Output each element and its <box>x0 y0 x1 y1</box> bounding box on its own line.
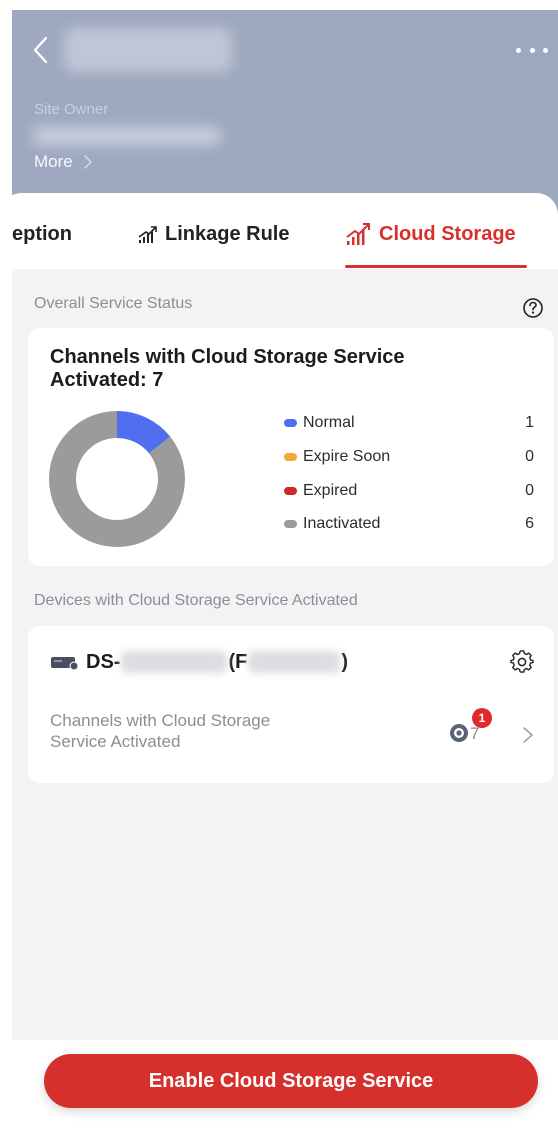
service-status-donut-chart <box>48 411 186 547</box>
device-card[interactable]: DS- (F ) Channels with Cloud Storage Ser… <box>28 626 554 783</box>
chevron-right-icon <box>83 155 92 169</box>
owner-email-redacted <box>32 126 222 146</box>
site-owner-label: Site Owner <box>34 101 109 118</box>
tab-bar: eption Linkage Rule Cloud Storage <box>0 193 558 269</box>
active-tab-indicator <box>345 265 527 268</box>
legend-value: 0 <box>525 482 534 499</box>
help-button[interactable] <box>522 297 544 319</box>
legend-swatch <box>284 520 297 528</box>
more-link[interactable]: More <box>34 152 95 172</box>
tab-exception[interactable]: eption <box>12 219 72 249</box>
legend-swatch <box>284 453 297 461</box>
overall-status-card: Channels with Cloud Storage Service Acti… <box>28 328 554 566</box>
overall-status-title: Overall Service Status <box>34 295 193 312</box>
tab-label: eption <box>12 222 72 245</box>
device-serial-redacted <box>248 651 341 673</box>
site-name-redacted <box>64 28 232 72</box>
device-name-mid: (F <box>228 650 248 673</box>
chevron-right-icon <box>523 727 533 743</box>
legend-value: 1 <box>525 414 534 431</box>
device-name-prefix: DS- <box>86 650 121 673</box>
device-name: DS- (F ) <box>50 648 348 676</box>
dot-icon <box>543 47 548 53</box>
legend-label: Inactivated <box>303 515 381 532</box>
gear-icon <box>510 650 534 673</box>
device-name-suffix: ) <box>341 650 349 673</box>
legend-label: Expired <box>303 482 358 499</box>
cloud-storage-chart-icon <box>346 223 370 245</box>
legend-item-expired: Expired 0 <box>284 480 534 502</box>
legend-item-expire-soon: Expire Soon 0 <box>284 446 534 468</box>
app-screen: Site Owner More eption Linkage Rule Clou… <box>0 0 558 1137</box>
tab-cloud-storage[interactable]: Cloud Storage <box>345 219 516 249</box>
channels-count-link[interactable]: 7 1 <box>448 708 544 752</box>
dot-icon <box>529 47 535 53</box>
tab-linkage-rule[interactable]: Linkage Rule <box>137 219 289 249</box>
legend-value: 6 <box>525 515 534 532</box>
legend-label: Expire Soon <box>303 448 391 465</box>
screen-edge <box>0 0 12 1137</box>
more-options-button[interactable] <box>512 40 552 60</box>
legend-label: Normal <box>303 414 355 431</box>
linkage-chart-icon <box>138 226 157 243</box>
back-button[interactable] <box>30 34 54 66</box>
screen-edge <box>0 0 558 10</box>
nvr-device-icon <box>51 657 79 670</box>
bottom-action-bar: Enable Cloud Storage Service <box>0 1040 558 1137</box>
question-circle-icon <box>523 298 543 318</box>
legend-swatch <box>284 487 297 495</box>
channels-activated-label: Channels with Cloud Storage Service Acti… <box>50 711 271 751</box>
notification-badge: 1 <box>472 708 492 728</box>
dot-icon <box>516 47 521 53</box>
device-model-redacted <box>121 651 228 673</box>
camera-icon <box>450 724 468 742</box>
legend-item-normal: Normal 1 <box>284 412 534 434</box>
content-panel: eption Linkage Rule Cloud Storage Overal… <box>0 193 558 1137</box>
legend-value: 0 <box>525 448 534 465</box>
tab-label: Linkage Rule <box>165 222 290 245</box>
tab-label: Cloud Storage <box>379 222 516 245</box>
legend-item-inactivated: Inactivated 6 <box>284 513 534 535</box>
enable-cloud-storage-button[interactable]: Enable Cloud Storage Service <box>44 1054 538 1108</box>
chevron-left-icon <box>33 36 48 64</box>
devices-section-title: Devices with Cloud Storage Service Activ… <box>34 592 358 609</box>
activated-channels-title: Channels with Cloud Storage Service Acti… <box>50 346 405 391</box>
more-label: More <box>34 152 73 171</box>
legend-swatch <box>284 419 297 427</box>
device-settings-button[interactable] <box>510 650 534 674</box>
